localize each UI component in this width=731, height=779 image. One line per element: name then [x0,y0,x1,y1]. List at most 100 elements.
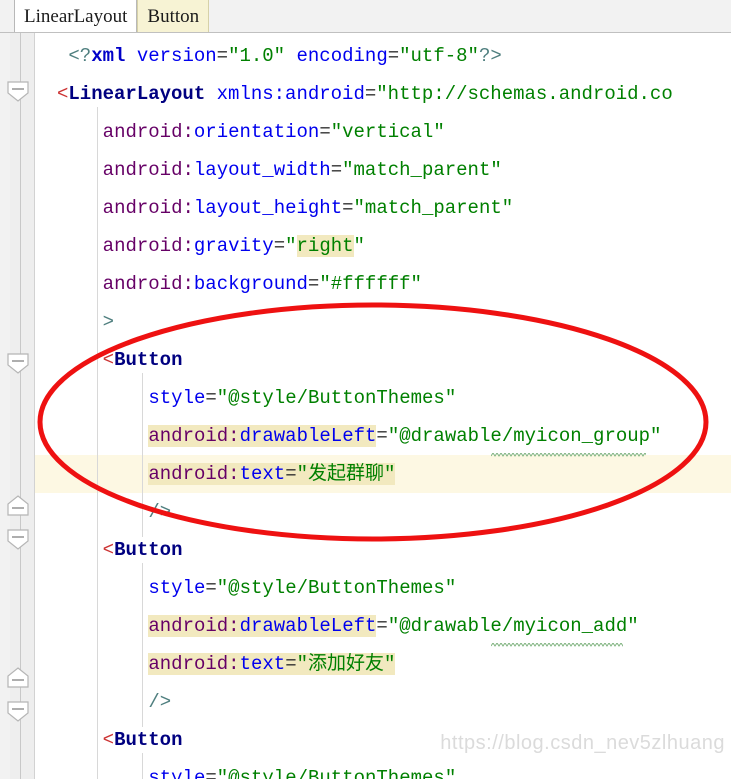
code-token: drawableLeft [239,615,377,637]
code-line[interactable]: android:background="#ffffff" [103,265,422,303]
code-editor[interactable]: <?xml version="1.0" encoding="utf-8"?> <L… [0,33,731,779]
indent-guide [142,563,144,727]
code-token: = [205,767,217,779]
code-line[interactable]: android:layout_height="match_parent" [103,189,514,227]
code-line[interactable]: /> [148,493,171,531]
breadcrumb-item-linearlayout[interactable]: LinearLayout [14,0,138,32]
code-token: = [285,463,297,485]
code-token: background [193,273,308,295]
code-token: android: [102,273,194,295]
code-token: text [239,463,286,485]
code-token: xmlns:android [216,83,365,105]
code-token: "@drawable/myicon_add" [387,615,639,637]
code-token: = [364,83,377,105]
code-token: Button [114,349,183,371]
fold-marker-button-1-icon[interactable] [6,353,35,375]
code-token: android: [102,197,194,219]
code-token: " [353,235,365,257]
code-line[interactable]: /> [148,683,171,721]
code-line[interactable]: android:drawableLeft="@drawable/myicon_g… [148,417,661,455]
breadcrumb-item-button[interactable]: Button [137,0,210,32]
code-token: = [205,577,217,599]
code-token: = [342,197,354,219]
code-line[interactable]: android:orientation="vertical" [103,113,445,151]
code-token: ?> [478,45,502,67]
code-token: = [307,273,320,295]
code-line[interactable]: android:gravity="right" [103,227,365,265]
code-token: /> [148,691,172,713]
code-token: android: [102,235,194,257]
code-text-layer[interactable]: <?xml version="1.0" encoding="utf-8"?> <L… [35,33,731,779]
code-token: right [296,235,354,257]
code-token: android: [102,121,194,143]
code-token: "utf-8" [399,45,479,67]
code-token: "@style/ButtonThemes" [216,767,457,779]
fold-marker-button-1-end-icon[interactable] [6,495,35,517]
code-token: <? [68,45,92,67]
code-token: "添加好友" [296,653,396,675]
code-token: android: [148,425,240,447]
fold-marker-button-3-icon[interactable] [6,701,35,723]
code-token: LinearLayout [68,83,206,105]
code-token: < [102,349,115,371]
code-token: < [102,539,115,561]
code-token: = [376,615,388,637]
code-token: = [376,425,388,447]
inspection-squiggle-underline [490,453,647,457]
code-token: "match_parent" [353,197,514,219]
code-token: = [319,121,331,143]
code-token: = [285,653,297,675]
code-token: gravity [193,235,274,257]
code-token: Button [114,539,183,561]
code-token: text [239,653,286,675]
code-line[interactable]: style="@style/ButtonThemes" [148,569,456,607]
code-line[interactable]: style="@style/ButtonThemes" [148,759,456,779]
breadcrumb-item-label: Button [147,5,200,27]
code-token: = [216,45,229,67]
code-line[interactable]: android:text="发起群聊" [148,455,396,493]
code-token: < [57,83,69,105]
code-token: style [148,767,206,779]
breadcrumb-item-label: LinearLayout [24,5,128,27]
watermark-text: https://blog.csdn_nev5zlhuang [440,732,725,754]
code-token: layout_height [193,197,343,219]
code-token: < [102,729,115,751]
code-line[interactable]: > [103,303,114,341]
code-token: Button [114,729,183,751]
code-token: android: [148,615,240,637]
code-token: "1.0" [228,45,286,67]
code-line[interactable]: android:text="添加好友" [148,645,396,683]
code-token: version [136,45,217,67]
code-token: " [285,235,297,257]
code-token: android: [102,159,194,181]
code-line[interactable]: <?xml version="1.0" encoding="utf-8"?> [68,37,501,75]
code-token: "@style/ButtonThemes" [216,387,457,409]
fold-marker-button-2-icon[interactable] [6,529,35,551]
code-token: android: [148,463,240,485]
code-line[interactable]: style="@style/ButtonThemes" [148,379,456,417]
code-token: "#ffffff" [319,273,422,295]
code-line[interactable]: android:drawableLeft="@drawable/myicon_a… [148,607,639,645]
code-token: "vertical" [330,121,445,143]
code-token: xml [91,45,126,67]
code-line[interactable]: android:layout_width="match_parent" [103,151,502,189]
code-token: orientation [193,121,320,143]
code-token: "@drawable/myicon_group" [387,425,662,447]
inspection-squiggle-underline [490,643,624,647]
code-token: android: [148,653,240,675]
code-token: encoding [296,45,388,67]
editor-gutter[interactable] [0,33,35,779]
code-token: > [102,311,115,333]
code-line[interactable]: <LinearLayout xmlns:android="http://sche… [57,75,673,113]
code-token: = [205,387,217,409]
fold-marker-linearlayout-icon[interactable] [6,81,35,103]
indent-guide [142,373,144,537]
code-token: style [148,577,206,599]
code-token: /> [148,501,172,523]
code-token: = [273,235,286,257]
code-token: style [148,387,206,409]
fold-marker-button-2-end-icon[interactable] [6,667,35,689]
code-token: layout_width [193,159,331,181]
